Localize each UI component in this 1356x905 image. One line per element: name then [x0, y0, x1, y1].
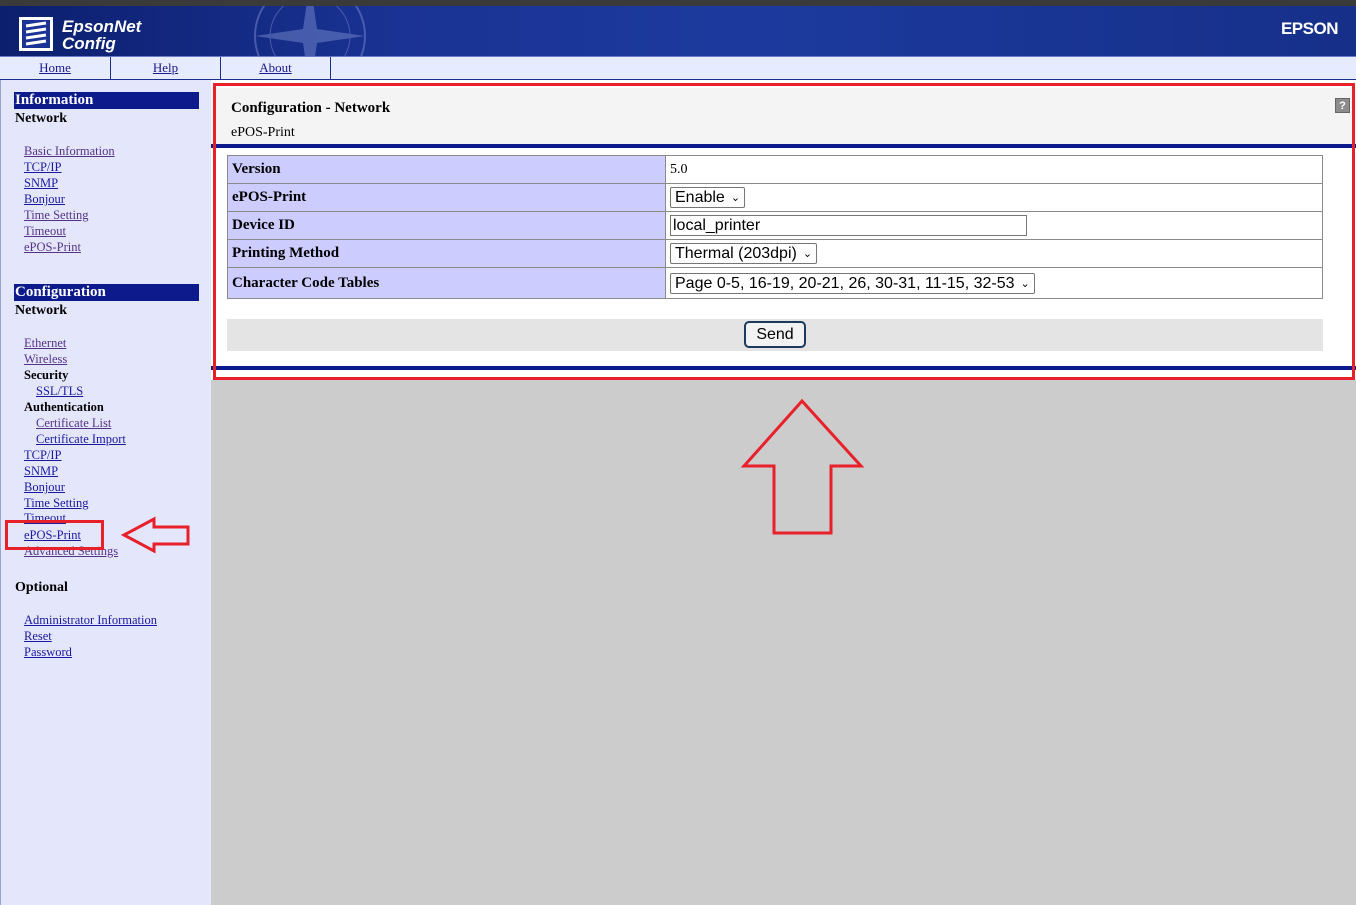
left-arrow-icon [120, 516, 190, 554]
up-arrow-icon [740, 398, 865, 535]
annotation-arrows [120, 398, 865, 554]
